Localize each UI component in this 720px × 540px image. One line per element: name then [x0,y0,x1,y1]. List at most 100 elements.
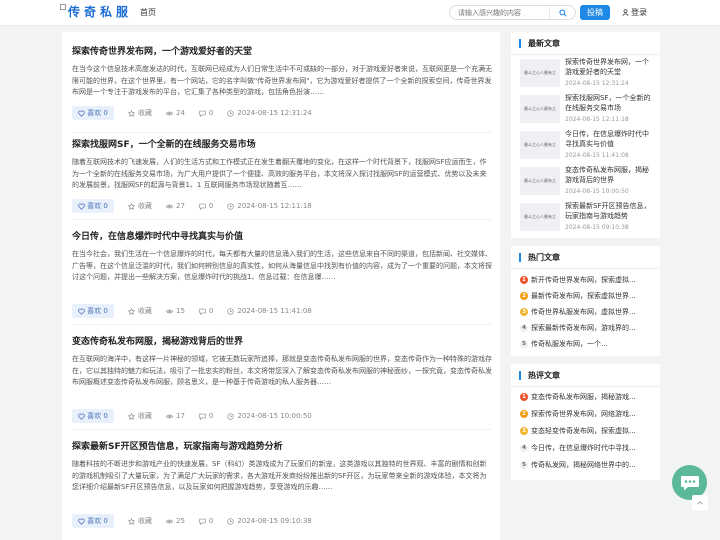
hot-article-item[interactable]: 4 探索最新传奇发布网，游戏界的... [520,322,650,334]
recent-article-date: 2024-08-15 09:10:38 [565,224,629,231]
review-article-title[interactable]: 变态轻变传奇发布网，探索虚拟... [531,426,647,436]
review-article-item[interactable]: 5 传奇私发网，揭秘网络世界中的... [520,459,650,471]
article-thumbnail[interactable]: 最斗之心人最有之 [520,59,560,87]
recent-article-date: 2024-08-15 12:31:24 [565,80,629,87]
review-article-title[interactable]: 传奇私发网，揭秘网络世界中的... [531,460,647,470]
hot-article-item[interactable]: 5 传奇私服发布网，一个... [520,338,650,350]
review-article-item[interactable]: 3 变态轻变传奇发布网，探索虚拟... [520,425,650,437]
contribute-button[interactable]: 投稿 [580,5,610,20]
article-meta: 喜欢 0 收藏 27 0 2024-08-15 12:11:18 [72,199,326,213]
hot-article-title[interactable]: 最新传奇发布网，探索虚拟世界... [531,291,647,301]
heart-icon [78,308,85,315]
search-input[interactable] [450,6,550,19]
favorite-button[interactable]: 收藏 [128,306,152,316]
like-button[interactable]: 喜欢 0 [72,199,114,213]
eye-icon [166,309,173,313]
article-item: 探索找服网SF，一个全新的在线服务交易市场 随着互联网技术的飞速发展，人们的生活… [72,137,492,220]
like-button[interactable]: 喜欢 0 [72,106,114,120]
article-title[interactable]: 探索最新SF开区预告信息，玩家指南与游戏趋势分析 [72,439,492,452]
article-thumbnail[interactable]: 最斗之心人最有之 [520,167,560,195]
recent-article-item[interactable]: 最斗之心人最有之 探索找服网SF，一个全新的在线服务交易市场 2024-08-1… [520,93,658,127]
article-thumbnail[interactable]: 最斗之心人最有之 [520,131,560,159]
article-thumbnail[interactable]: 最斗之心人最有之 [520,95,560,123]
heading-accent-bar [519,253,521,262]
heart-icon [78,203,85,210]
hot-article-title[interactable]: 传奇私服发布网，一个... [531,339,647,349]
rank-number: 3 [520,308,528,316]
article-title[interactable]: 探索传奇世界发布网，一个游戏爱好者的天堂 [72,44,492,57]
favorite-button[interactable]: 收藏 [128,411,152,421]
divider [72,324,492,325]
article-title[interactable]: 探索找服网SF，一个全新的在线服务交易市场 [72,137,492,150]
like-label: 喜欢 0 [87,202,108,210]
recent-article-item[interactable]: 最斗之心人最有之 今日传，在信息爆炸时代中寻找真实与价值 2024-08-15 … [520,129,658,163]
divider [511,386,660,387]
star-icon [128,412,135,420]
favorite-button[interactable]: 收藏 [128,108,152,118]
logo-text[interactable]: 传奇私服 [68,3,132,20]
hot-articles-panel: 热门文章 1 新开传奇世界发布网，探索虚拟... 2 最新传奇发布网，探索虚拟世界.… [511,246,660,356]
star-icon [128,109,135,117]
like-button[interactable]: 喜欢 0 [72,514,114,528]
publish-date: 2024-08-15 12:31:24 [227,109,312,117]
hot-article-title[interactable]: 探索最新传奇发布网，游戏界的... [531,323,647,333]
favorite-button[interactable]: 收藏 [128,516,152,526]
recent-article-title[interactable]: 探索找服网SF，一个全新的在线服务交易市场 [565,93,655,113]
publish-date-value: 2024-08-15 12:11:18 [237,202,312,210]
recent-article-title[interactable]: 变态传奇私发布网服，揭秘游戏背后的世界 [565,165,655,185]
login-link[interactable]: 登录 [622,7,647,18]
recent-article-date: 2024-08-15 11:41:08 [565,152,629,159]
recent-article-item[interactable]: 最斗之心人最有之 探索最新SF开区预告信息，玩家指南与游戏趋势 2024-08-… [520,201,658,235]
article-thumbnail[interactable]: 最斗之心人最有之 [520,203,560,231]
review-article-item[interactable]: 4 今日传，在信息爆炸时代中寻找... [520,442,650,454]
site-logo[interactable]: 传奇私服 [60,3,132,20]
article-title[interactable]: 今日传，在信息爆炸时代中寻找真实与价值 [72,229,492,242]
view-count-value: 17 [176,412,185,420]
comment-count: 0 [199,109,213,117]
panel-heading: 热评文章 [519,370,560,381]
recent-article-title[interactable]: 探索传奇世界发布网，一个游戏爱好者的天堂 [565,57,655,77]
star-icon [128,202,135,210]
favorite-label: 收藏 [138,202,152,210]
chat-bubble-icon [680,475,699,490]
article-summary: 随着互联网技术的飞速发展，人们的生活方式和工作模式正在发生着翻天覆地的变化，在这… [72,158,487,189]
recent-article-title[interactable]: 今日传，在信息爆炸时代中寻找真实与价值 [565,129,655,149]
comment-count-value: 0 [208,412,214,420]
hot-article-title[interactable]: 传奇世界私服发布网，虚拟世界... [531,307,647,317]
view-count: 24 [166,109,185,117]
clock-icon [227,109,235,117]
hot-review-panel: 热评文章 1 变态传奇私发布网服，揭秘游戏... 2 探索传奇世界发布网，网络游戏.… [511,364,660,480]
search-button[interactable] [549,5,575,20]
comment-count: 0 [199,517,213,525]
back-to-top-button[interactable] [692,495,708,511]
review-article-title[interactable]: 探索传奇世界发布网，网络游戏... [531,409,647,419]
recent-article-item[interactable]: 最斗之心人最有之 探索传奇世界发布网，一个游戏爱好者的天堂 2024-08-15… [520,57,658,91]
heading-accent-bar [519,39,521,48]
clock-icon [227,307,235,315]
heart-icon [78,413,85,420]
favorite-button[interactable]: 收藏 [128,201,152,211]
like-button[interactable]: 喜欢 0 [72,304,114,318]
logo-image-icon [60,3,66,10]
article-item: 探索传奇世界发布网，一个游戏爱好者的天堂 在当今这个信息技术高度发达的时代，互联… [72,44,492,133]
hot-article-item[interactable]: 3 传奇世界私服发布网，虚拟世界... [520,306,650,318]
review-article-title[interactable]: 变态传奇私发布网服，揭秘游戏... [531,392,647,402]
star-icon [128,517,135,525]
recent-article-item[interactable]: 最斗之心人最有之 变态传奇私发布网服，揭秘游戏背后的世界 2024-08-15 … [520,165,658,199]
article-title[interactable]: 变态传奇私发布网服，揭秘游戏背后的世界 [72,334,492,347]
search-icon [558,8,567,17]
hot-article-item[interactable]: 1 新开传奇世界发布网，探索虚拟... [520,274,650,286]
star-icon [128,307,135,315]
login-label[interactable]: 登录 [631,7,647,18]
hot-article-title[interactable]: 新开传奇世界发布网，探索虚拟... [531,275,647,285]
nav-home-link[interactable]: 首页 [140,7,156,18]
review-article-item[interactable]: 1 变态传奇私发布网服，揭秘游戏... [520,391,650,403]
comment-count-value: 0 [208,109,214,117]
recent-article-title[interactable]: 探索最新SF开区预告信息，玩家指南与游戏趋势 [565,201,655,221]
review-article-title[interactable]: 今日传，在信息爆炸时代中寻找... [531,443,647,453]
comment-count: 0 [199,307,213,315]
review-article-item[interactable]: 2 探索传奇世界发布网，网络游戏... [520,408,650,420]
like-button[interactable]: 喜欢 0 [72,409,114,423]
hot-article-item[interactable]: 2 最新传奇发布网，探索虚拟世界... [520,290,650,302]
article-meta: 喜欢 0 收藏 17 0 2024-08-15 10:00:50 [72,409,326,423]
